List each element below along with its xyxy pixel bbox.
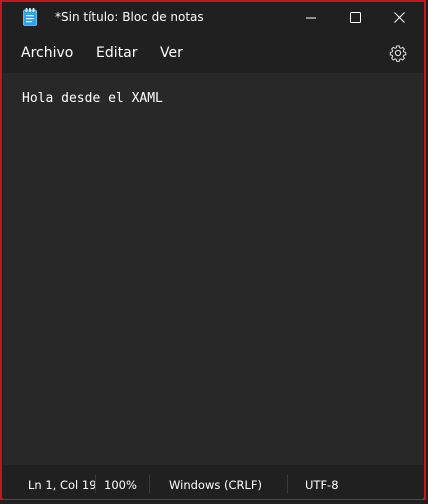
status-bar: Ln 1, Col 19 100% Windows (CRLF) UTF-8 [3,467,423,499]
minimize-icon [306,17,316,19]
text-editor-area[interactable]: Hola desde el XAML [3,73,423,465]
minimize-button[interactable] [289,3,333,31]
menu-ver[interactable]: Ver [160,45,183,61]
window-title: *Sin título: Bloc de notas [55,10,204,24]
menu-editar[interactable]: Editar [96,45,137,61]
status-divider [149,475,150,493]
close-button[interactable] [377,3,421,31]
status-divider [95,475,96,493]
maximize-icon [350,12,361,23]
gear-icon [389,45,407,62]
settings-button[interactable] [389,44,407,62]
zoom-level: 100% [104,478,137,492]
status-divider [287,475,288,493]
editor-content[interactable]: Hola desde el XAML [22,91,163,106]
line-ending: Windows (CRLF) [169,478,263,492]
notepad-icon [23,8,37,26]
notepad-window: *Sin título: Bloc de notas Archivo Edita… [0,0,426,500]
cursor-position: Ln 1, Col 19 [28,478,97,492]
close-icon [394,12,405,23]
menu-bar: Archivo Editar Ver [3,33,423,73]
title-bar[interactable]: *Sin título: Bloc de notas [3,3,423,33]
maximize-button[interactable] [333,3,377,31]
menu-archivo[interactable]: Archivo [21,45,73,61]
encoding: UTF-8 [305,478,339,492]
